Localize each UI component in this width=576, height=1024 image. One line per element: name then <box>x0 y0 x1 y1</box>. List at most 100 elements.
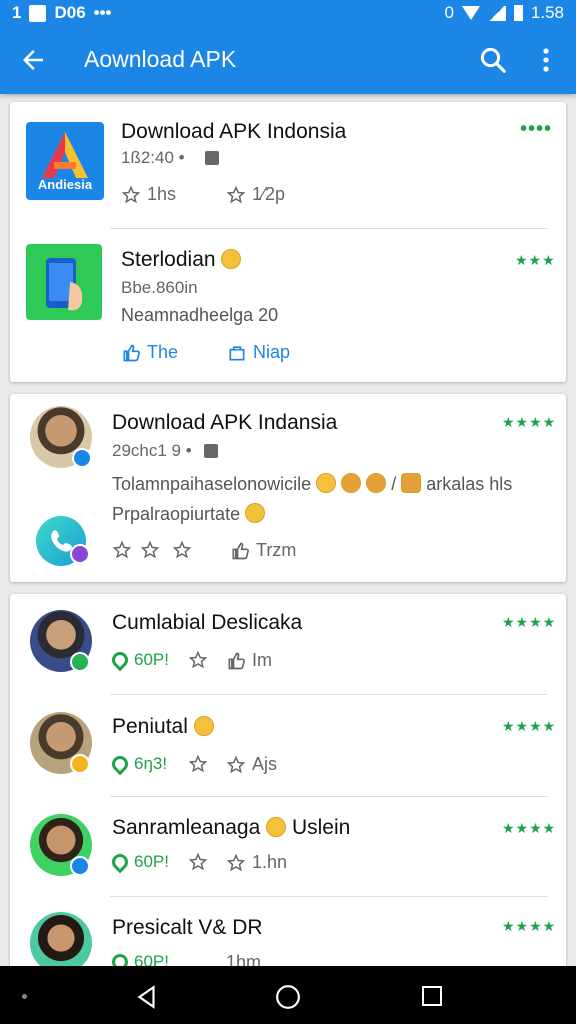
nav-dot-icon <box>22 994 27 999</box>
review-date: 29chc1 9 • <box>112 441 192 460</box>
save-button[interactable]: Niap <box>227 342 290 363</box>
divider <box>110 694 548 695</box>
review-text-line2-part: Prpalraopiurtate <box>112 504 241 524</box>
user-action[interactable]: Im <box>226 650 272 671</box>
location-pin-icon <box>108 648 132 672</box>
divider <box>110 896 548 897</box>
status-badge-icon <box>70 544 90 564</box>
star-outline-icon[interactable] <box>188 754 208 774</box>
rating-stars: ★★★ <box>515 252 556 268</box>
back-arrow-icon[interactable] <box>18 45 48 75</box>
save-label: Niap <box>253 342 291 362</box>
nav-home-icon[interactable] <box>275 984 301 1010</box>
review-stat[interactable]: 1⁄2p <box>226 184 285 205</box>
review-card: Download APK Indansia 29chc1 9 • ★★★★ To… <box>10 394 566 582</box>
smile-emoji-icon <box>266 817 287 837</box>
user-action-label: 1.hn <box>252 852 288 872</box>
thumbs-up-icon <box>123 344 140 361</box>
clock: 1.58 <box>530 3 564 22</box>
app-logo-icon[interactable]: Andiesia <box>26 122 104 200</box>
carrier-text: D06 <box>54 3 86 22</box>
signal-icon <box>487 5 506 21</box>
review-stat-value: 1⁄2p <box>252 184 286 204</box>
app-title-text: Sterlodian <box>121 248 216 271</box>
review-action[interactable]: Trzm <box>230 540 296 561</box>
location-tag[interactable]: 60P! <box>108 850 169 874</box>
more-dots-icon[interactable]: •••• <box>520 118 552 141</box>
user-name[interactable]: Sanramleanaga Uslein <box>112 816 350 840</box>
wifi-icon <box>461 6 480 20</box>
star-outline-icon <box>140 540 160 559</box>
star-outline-icon <box>112 540 132 559</box>
smile-emoji-icon <box>245 503 266 523</box>
star-outline-icon <box>226 853 246 871</box>
user-action-label: Ajs <box>252 754 278 774</box>
rating-stars: ★★★★ <box>502 918 557 934</box>
verified-badge-icon <box>70 652 90 672</box>
app-title[interactable]: Download APK Indonsia <box>121 120 346 144</box>
star-outline-icon <box>172 540 192 559</box>
star-outline-icon[interactable] <box>188 852 208 872</box>
rating-stars: ★★★★ <box>502 614 557 630</box>
verified-badge-icon <box>70 856 90 876</box>
nav-back-icon[interactable] <box>134 984 160 1010</box>
user-action[interactable]: 1.hn <box>226 852 287 873</box>
network-text: 0 <box>444 3 454 22</box>
star-outline-icon <box>226 755 246 773</box>
thumbs-up-icon <box>228 652 245 669</box>
location-tag[interactable]: 6ŋ3! <box>108 752 167 776</box>
like-button[interactable]: The <box>121 342 178 363</box>
location-tag-text: 60P! <box>134 650 169 669</box>
verified-badge-icon <box>72 448 92 468</box>
thumbs-up-icon <box>232 542 249 559</box>
user-name[interactable]: Peniutal <box>112 715 214 739</box>
premium-badge-icon <box>70 754 90 774</box>
smile-emoji-icon <box>316 473 337 493</box>
star-outline-icon[interactable] <box>188 650 208 670</box>
review-text-part: Tolamnpaihaselonowicile <box>112 474 312 494</box>
review-text: Tolamnpaihaselonowicile / arkalas hls <box>112 473 512 495</box>
star-outline-icon <box>226 185 246 203</box>
review-text-line2: Prpalraopiurtate <box>112 503 266 525</box>
user-action[interactable]: Ajs <box>226 754 277 775</box>
smile-emoji-icon <box>193 716 214 736</box>
more-notifications-icon: ••• <box>93 3 112 22</box>
overflow-menu-icon[interactable] <box>534 45 558 75</box>
rating-stat-value: 1hs <box>147 184 177 204</box>
hand-emoji-icon <box>366 473 387 493</box>
app-description: Neamnadheelga 20 <box>121 305 279 325</box>
status-left-text: 1 <box>12 3 22 22</box>
location-pin-icon <box>108 752 132 776</box>
page-title: Aownload APK <box>84 46 237 72</box>
location-tag-text: 60P! <box>134 852 169 871</box>
star-outline-icon <box>121 185 141 203</box>
apk-list-card: Andiesia Download APK Indonsia 1ß2:40 • … <box>10 102 566 382</box>
smile-emoji-icon <box>221 249 242 269</box>
user-name[interactable]: Presicalt V& DR <box>112 916 263 940</box>
battery-icon <box>513 5 523 21</box>
app-version: 1ß2:40 • <box>121 148 185 167</box>
nav-recents-icon[interactable] <box>420 984 444 1008</box>
rating-stars: ★★★★ <box>502 414 557 430</box>
app-bar: Aownload APK <box>0 26 576 94</box>
system-nav-bar <box>0 966 576 1024</box>
bag-icon <box>229 345 245 360</box>
user-avatar[interactable] <box>30 912 92 974</box>
user-list-card: Cumlabial Deslicaka ★★★★ 60P! Im Peniuta… <box>10 594 566 974</box>
rating-stat[interactable]: 1hs <box>121 184 176 205</box>
user-name-text: Sanramleanaga <box>112 816 261 839</box>
review-rating[interactable] <box>112 540 192 560</box>
divider <box>110 796 548 797</box>
location-tag[interactable]: 60P! <box>108 648 169 672</box>
location-pin-icon <box>108 850 132 874</box>
user-name[interactable]: Cumlabial Deslicaka <box>112 611 302 635</box>
search-icon[interactable] <box>478 45 508 75</box>
status-bar: 1 D06 ••• 0 1.58 <box>0 0 576 26</box>
app-logo-label: Andiesia <box>37 177 93 192</box>
rating-stars: ★★★★ <box>502 718 557 734</box>
review-title[interactable]: Download APK Indansia <box>112 411 337 435</box>
phone-app-icon[interactable] <box>26 244 102 320</box>
review-text-end: arkalas hls <box>426 474 513 494</box>
app-title[interactable]: Sterlodian <box>121 248 242 272</box>
rating-stars: ★★★★ <box>502 820 557 836</box>
